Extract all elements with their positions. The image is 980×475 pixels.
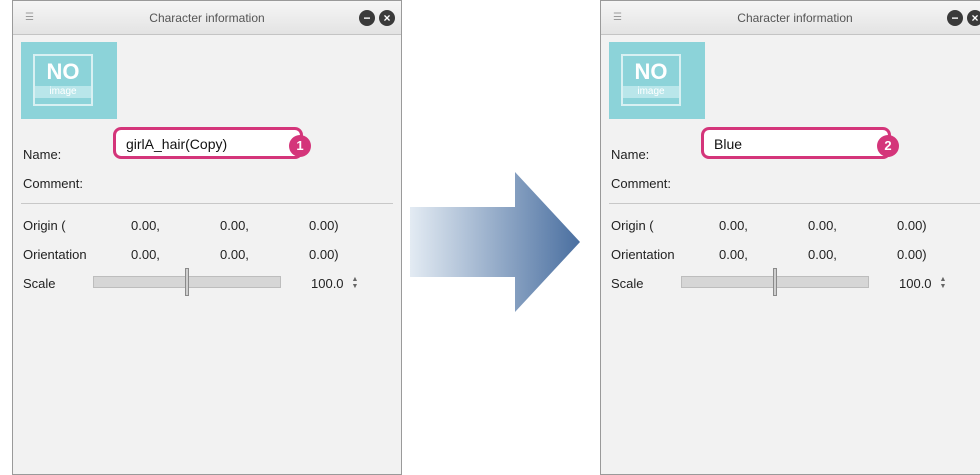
divider bbox=[21, 203, 393, 204]
name-value: Blue bbox=[714, 136, 743, 152]
minimize-icon[interactable]: − bbox=[359, 10, 375, 26]
scale-spinner-icon[interactable]: ▲ ▼ bbox=[349, 276, 361, 290]
scale-slider-handle[interactable] bbox=[773, 268, 777, 296]
name-field[interactable]: girlA_hair(Copy) bbox=[113, 127, 303, 159]
origin-label: Origin ( bbox=[611, 218, 654, 233]
orientation-label: Orientation bbox=[23, 247, 87, 262]
character-thumbnail: NO image bbox=[21, 42, 117, 119]
origin-z[interactable]: 0.00) bbox=[897, 218, 927, 233]
origin-z[interactable]: 0.00) bbox=[309, 218, 339, 233]
scale-label: Scale bbox=[611, 276, 644, 291]
scale-value[interactable]: 100.0 bbox=[311, 276, 344, 291]
close-icon[interactable]: × bbox=[967, 10, 980, 26]
orientation-y[interactable]: 0.00, bbox=[220, 247, 249, 262]
name-label: Name: bbox=[611, 147, 650, 162]
step-badge: 1 bbox=[289, 135, 311, 157]
orientation-z[interactable]: 0.00) bbox=[897, 247, 927, 262]
origin-y[interactable]: 0.00, bbox=[808, 218, 837, 233]
step-badge: 2 bbox=[877, 135, 899, 157]
comment-label: Comment: bbox=[611, 176, 671, 191]
origin-x[interactable]: 0.00, bbox=[719, 218, 748, 233]
comment-label: Comment: bbox=[23, 176, 83, 191]
orientation-z[interactable]: 0.00) bbox=[309, 247, 339, 262]
character-info-panel-after: ☰ Character information − × NO image Nam… bbox=[600, 0, 980, 475]
character-thumbnail: NO image bbox=[609, 42, 705, 119]
minimize-icon[interactable]: − bbox=[947, 10, 963, 26]
close-icon[interactable]: × bbox=[379, 10, 395, 26]
scale-label: Scale bbox=[23, 276, 56, 291]
scale-value[interactable]: 100.0 bbox=[899, 276, 932, 291]
panel-title: Character information bbox=[737, 11, 853, 25]
origin-x[interactable]: 0.00, bbox=[131, 218, 160, 233]
orientation-x[interactable]: 0.00, bbox=[719, 247, 748, 262]
name-value: girlA_hair(Copy) bbox=[126, 136, 228, 152]
orientation-y[interactable]: 0.00, bbox=[808, 247, 837, 262]
orientation-x[interactable]: 0.00, bbox=[131, 247, 160, 262]
origin-label: Origin ( bbox=[23, 218, 66, 233]
panel-title: Character information bbox=[149, 11, 265, 25]
origin-y[interactable]: 0.00, bbox=[220, 218, 249, 233]
name-field[interactable]: Blue bbox=[701, 127, 891, 159]
no-image-placeholder: NO image bbox=[33, 54, 93, 106]
orientation-label: Orientation bbox=[611, 247, 675, 262]
divider bbox=[609, 203, 980, 204]
scale-spinner-icon[interactable]: ▲ ▼ bbox=[937, 276, 949, 290]
panel-titlebar[interactable]: ☰ Character information − × bbox=[13, 1, 401, 35]
panel-titlebar[interactable]: ☰ Character information − × bbox=[601, 1, 980, 35]
scale-slider-handle[interactable] bbox=[185, 268, 189, 296]
character-info-panel-before: ☰ Character information − × NO image Nam… bbox=[12, 0, 402, 475]
name-label: Name: bbox=[23, 147, 62, 162]
no-image-placeholder: NO image bbox=[621, 54, 681, 106]
transition-arrow-icon bbox=[410, 172, 580, 312]
